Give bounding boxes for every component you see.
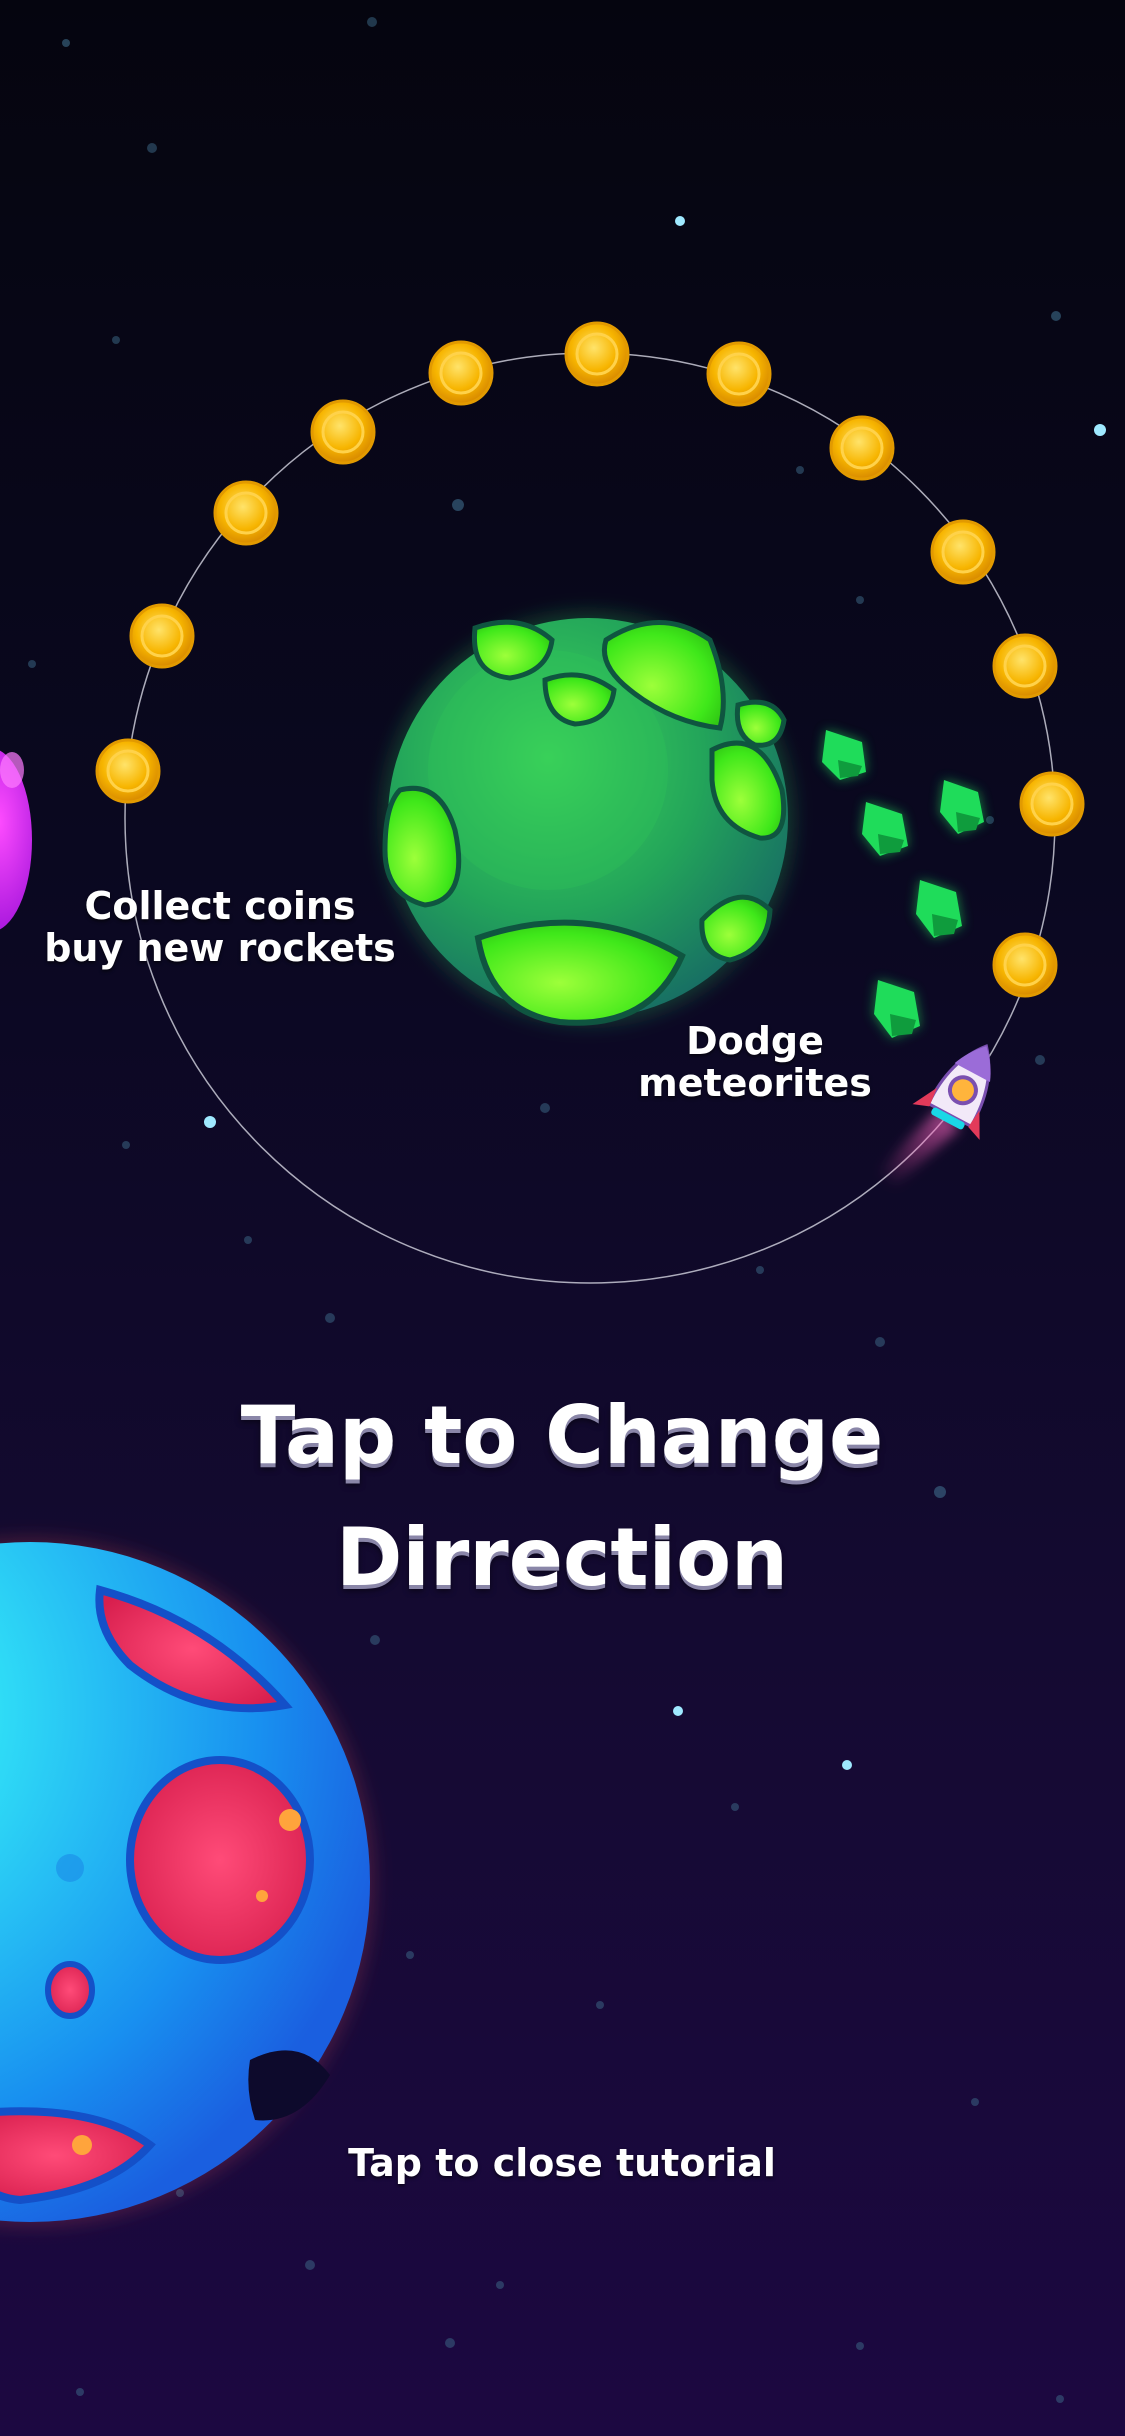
coin-icon [706, 341, 772, 407]
coin-icon [829, 415, 895, 481]
game-scene [0, 17, 1106, 2403]
coin-icon [213, 480, 279, 546]
meteorite-icon [916, 880, 962, 938]
tap-to-change-direction-title: Tap to Change Dirrection [62, 1375, 1062, 1619]
dodge-line1: Dodge [686, 1019, 824, 1063]
meteorite-icon [822, 730, 866, 780]
coin-icon [992, 633, 1058, 699]
meteorite-icon [862, 802, 908, 856]
coin-icon [428, 340, 494, 406]
coin-icon [129, 603, 195, 669]
dodge-line2: meteorites [638, 1061, 872, 1105]
tap-title-line2: Dirrection [336, 1511, 788, 1604]
blue-planet [0, 1527, 385, 2237]
meteorite-group [822, 730, 984, 1038]
collect-coins-line1: Collect coins [84, 884, 356, 928]
coin-icon [310, 399, 376, 465]
dodge-meteorites-hint: Dodge meteorites [600, 1020, 910, 1104]
tap-title-line1: Tap to Change [240, 1389, 884, 1482]
coin-icon [930, 519, 996, 585]
close-tutorial-prompt[interactable]: Tap to close tutorial [262, 2135, 862, 2191]
green-planet [370, 600, 806, 1036]
collect-coins-line2: buy new rockets [44, 926, 396, 970]
coin-icon [95, 738, 161, 804]
coin-icon [564, 321, 630, 387]
coin-icon [1019, 771, 1085, 837]
tutorial-screen[interactable]: Collect coins buy new rockets Dodge mete… [0, 0, 1125, 2436]
coin-icon [992, 932, 1058, 998]
meteorite-icon [940, 780, 984, 834]
collect-coins-hint: Collect coins buy new rockets [20, 885, 420, 969]
